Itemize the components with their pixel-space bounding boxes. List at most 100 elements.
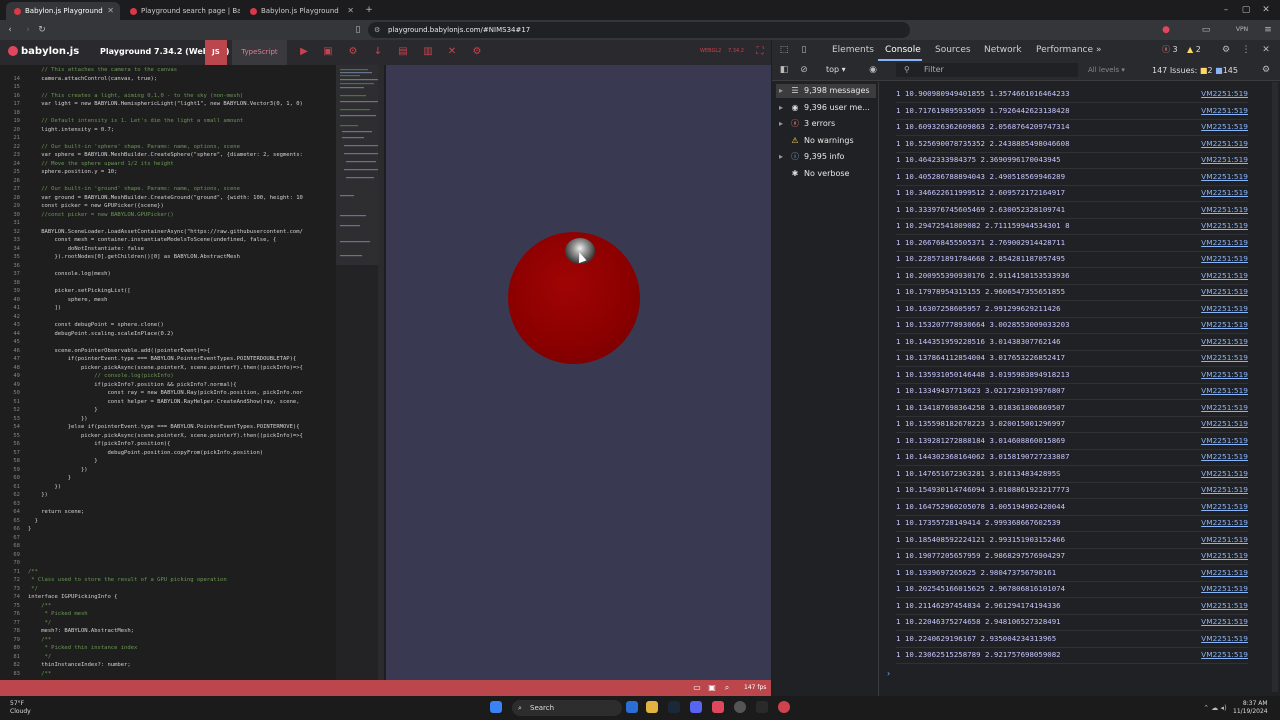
console-log-row[interactable]: 1 10.135598182678223 3.020015001296997 VM… — [896, 416, 1248, 433]
js-toggle-button[interactable]: JS — [205, 40, 227, 65]
console-sidebar-item[interactable]: ▸ ◉ 9,396 user me... — [776, 101, 870, 115]
close-window-icon[interactable]: ✕ — [1260, 4, 1272, 16]
console-filter-input[interactable]: ⚲ Filter — [896, 63, 1078, 77]
console-log-row[interactable]: 1 10.717619895935059 1.7926442623138428 V… — [896, 103, 1248, 120]
log-source-link[interactable]: VM2251:519 — [1201, 317, 1248, 333]
kebab-menu-icon[interactable]: ⋮ — [1240, 44, 1252, 56]
console-sidebar-item[interactable]: ▸ ⓘ 9,395 info — [776, 150, 844, 164]
log-source-link[interactable]: VM2251:519 — [1201, 400, 1248, 416]
console-log-row[interactable]: 1 10.139281272888184 3.014608860015869 VM… — [896, 433, 1248, 450]
site-info-icon[interactable]: ⚙ — [374, 22, 380, 38]
console-log-row[interactable]: 1 10.202545166015625 2.967806816101074 VM… — [896, 581, 1248, 598]
console-sidebar-item[interactable]: ⚠ No warnings — [776, 134, 853, 148]
forward-icon[interactable]: › — [22, 24, 34, 36]
log-source-link[interactable]: VM2251:519 — [1201, 482, 1248, 498]
log-source-link[interactable]: VM2251:519 — [1201, 515, 1248, 531]
browser-tab[interactable]: Playground search page | Babylon.js — [122, 2, 240, 20]
console-log-row[interactable]: 1 10.346622611999512 2.609572172164917 VM… — [896, 185, 1248, 202]
brave-browser-icon[interactable] — [712, 701, 724, 713]
file-explorer-icon[interactable] — [646, 701, 658, 713]
search-icon[interactable]: ⌕ — [722, 682, 732, 694]
app-icon[interactable] — [626, 701, 638, 713]
close-devtools-icon[interactable]: ✕ — [1260, 44, 1272, 56]
console-log-row[interactable]: 1 10.13349437713623 3.0217230319976807 VM… — [896, 383, 1248, 400]
taskbar-clock[interactable]: 8:37 AM 11/19/2024 — [1233, 700, 1268, 716]
clear-console-icon[interactable]: ⊘ — [798, 64, 810, 76]
frame-icon[interactable]: ▣ — [707, 682, 717, 694]
back-icon[interactable]: ‹ — [4, 24, 16, 36]
console-log-row[interactable]: 1 10.147651672363281 3.0161348342895S VM2… — [896, 466, 1248, 483]
fullscreen-icon[interactable]: ⛶ — [754, 46, 766, 58]
log-source-link[interactable]: VM2251:519 — [1201, 598, 1248, 614]
tab-sources[interactable]: Sources — [935, 44, 971, 56]
console-scrollbar[interactable] — [1272, 82, 1278, 692]
system-tray-icons[interactable]: ⌃ ☁ ◂) — [1200, 702, 1230, 714]
log-source-link[interactable]: VM2251:519 — [1201, 86, 1248, 102]
expand-arrow-icon[interactable]: ▸ — [776, 150, 786, 164]
app-icon[interactable] — [734, 701, 746, 713]
sidebar-icon[interactable]: ▭ — [1200, 24, 1212, 36]
console-log-row[interactable]: 1 10.2240629196167 2.935004234313965 VM22… — [896, 631, 1248, 648]
log-source-link[interactable]: VM2251:519 — [1201, 581, 1248, 597]
settings-icon[interactable]: ⚙ — [471, 46, 483, 58]
log-source-link[interactable]: VM2251:519 — [1201, 499, 1248, 515]
sidebar-divider[interactable] — [878, 82, 879, 696]
bookmark-icon[interactable]: ▯ — [352, 24, 364, 36]
console-log-row[interactable]: 1 10.135931050146448 3.0195983894918213 V… — [896, 367, 1248, 384]
console-log-row[interactable]: 1 10.185408592224121 2.993151903152466 VM… — [896, 532, 1248, 549]
log-source-link[interactable]: VM2251:519 — [1201, 383, 1248, 399]
windows-start-icon[interactable] — [490, 701, 502, 713]
console-log-row[interactable]: 1 10.1939697265625 2.980473756790161 VM22… — [896, 565, 1248, 582]
code-editor[interactable]: 14 15 16 17 18 19 20 21 22 23 24 25 26 27 28 29 30 31 32 33… — [0, 65, 384, 680]
console-log-row[interactable]: 1 10.266768455505371 2.769002914428711 VM… — [896, 235, 1248, 252]
log-source-link[interactable]: VM2251:519 — [1201, 251, 1248, 267]
console-log-row[interactable]: 1 10.164752960205078 3.005194902420044 VM… — [896, 499, 1248, 516]
console-prompt[interactable]: › — [887, 669, 890, 678]
live-expression-icon[interactable]: ◉ — [866, 64, 880, 76]
browser-tab[interactable]: Babylon.js Playground ✕ — [6, 2, 120, 20]
console-log-row[interactable]: 1 10.17355728149414 2.999368667602539 VM2… — [896, 515, 1248, 532]
log-source-link[interactable]: VM2251:519 — [1201, 119, 1248, 135]
console-log-row[interactable]: 1 10.4642333984375 2.3690996170043945 VM2… — [896, 152, 1248, 169]
log-source-link[interactable]: VM2251:519 — [1201, 367, 1248, 383]
expand-arrow-icon[interactable]: ▸ — [776, 117, 786, 131]
console-sidebar-item[interactable]: ✱ No verbose — [776, 167, 850, 181]
console-log-row[interactable]: 1 10.137864112854004 3.017653226852417 VM… — [896, 350, 1248, 367]
editor-scrollbar[interactable] — [378, 65, 384, 680]
log-source-link[interactable]: VM2251:519 — [1201, 647, 1248, 663]
console-log-row[interactable]: 1 10.609326362609863 2.0568764209747314 V… — [896, 119, 1248, 136]
typescript-toggle-button[interactable]: TypeScript — [232, 40, 287, 65]
render-canvas[interactable] — [386, 65, 771, 680]
download-icon[interactable]: ↓ — [372, 46, 384, 58]
console-log-row[interactable]: 1 10.17978954315155 2.9606547355651855 VM… — [896, 284, 1248, 301]
weather-widget[interactable]: 57°F Cloudy — [10, 700, 31, 716]
console-log-row[interactable]: 1 10.22046375274658 2.948106527328491 VM2… — [896, 614, 1248, 631]
log-source-link[interactable]: VM2251:519 — [1201, 284, 1248, 300]
console-log-row[interactable]: 1 10.23062515258789 2.921757698059082 VM2… — [896, 647, 1248, 664]
reload-icon[interactable]: ↻ — [36, 24, 48, 36]
warning-count-badge[interactable]: ▲ 2 — [1187, 44, 1201, 56]
device-toolbar-icon[interactable]: ▯ — [798, 44, 810, 56]
console-settings-icon[interactable]: ⚙ — [1260, 64, 1272, 76]
discord-icon[interactable] — [690, 701, 702, 713]
console-log-row[interactable]: 1 10.900980949401855 1.3574661016464233 V… — [896, 86, 1248, 103]
steam-icon[interactable] — [668, 701, 680, 713]
more-tabs-icon[interactable]: » — [1096, 44, 1102, 56]
console-log-row[interactable]: 1 10.153207778930664 3.0028553009033203 V… — [896, 317, 1248, 334]
new-file-icon[interactable]: ▤ — [397, 46, 409, 58]
tab-network[interactable]: Network — [984, 44, 1022, 56]
console-log-row[interactable]: 1 10.228571891784668 2.854281187057495 VM… — [896, 251, 1248, 268]
extension-icon[interactable]: ● — [1160, 24, 1172, 36]
console-log-row[interactable]: 1 10.200955390930176 2.9114158153533936 V… — [896, 268, 1248, 285]
issues-counter[interactable]: 147 Issues: ■2 ■145 — [1152, 66, 1238, 75]
editor-minimap[interactable] — [336, 65, 382, 680]
console-log-row[interactable]: 1 10.525690078735352 2.2438885498046608 V… — [896, 136, 1248, 153]
console-log-row[interactable]: 1 10.21146297454834 2.961294174194336 VM2… — [896, 598, 1248, 615]
log-source-link[interactable]: VM2251:519 — [1201, 268, 1248, 284]
log-source-link[interactable]: VM2251:519 — [1201, 350, 1248, 366]
browser-tab[interactable]: Babylon.js Playground ✕ — [242, 2, 360, 20]
clear-icon[interactable]: ✕ — [446, 46, 458, 58]
expand-arrow-icon[interactable]: ▸ — [776, 101, 786, 115]
log-source-link[interactable]: VM2251:519 — [1201, 185, 1248, 201]
close-icon[interactable]: ✕ — [107, 2, 114, 20]
